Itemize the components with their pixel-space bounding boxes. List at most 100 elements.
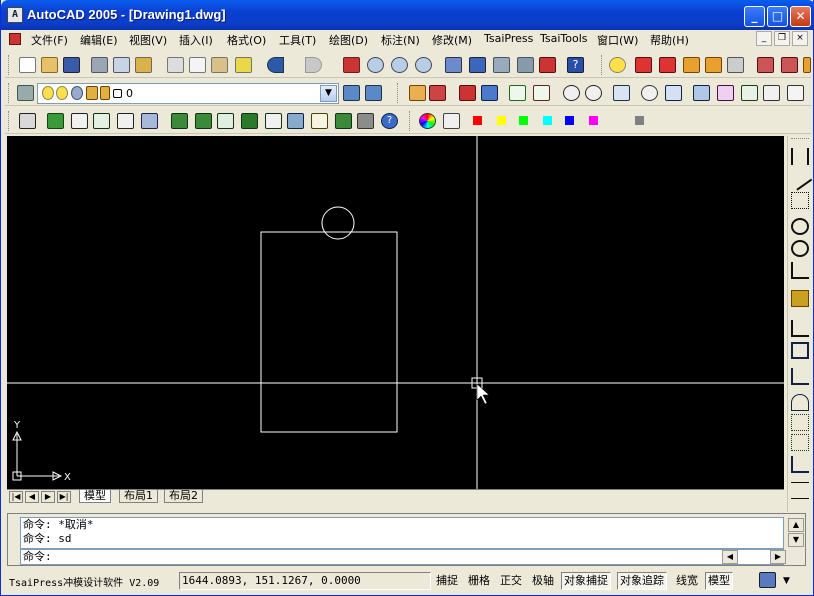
toolbar-grip[interactable] xyxy=(397,83,400,103)
design-center-icon[interactable] xyxy=(469,57,486,73)
triangle-icon[interactable] xyxy=(787,85,804,101)
communication-center-icon[interactable] xyxy=(759,572,776,588)
prev-tab-button[interactable]: ◀ xyxy=(25,491,39,503)
toolbar-grip[interactable] xyxy=(791,138,809,142)
color-swatch-cyan[interactable] xyxy=(543,116,552,125)
last-tab-button[interactable]: ▶| xyxy=(57,491,71,503)
make-object-layer-current-icon[interactable] xyxy=(343,85,360,101)
copy-icon[interactable] xyxy=(189,57,206,73)
layer-sun-icon[interactable] xyxy=(56,86,68,100)
text-ab-replace-icon[interactable] xyxy=(533,85,550,101)
layer-off-icon[interactable] xyxy=(659,57,676,73)
toolbar-grip[interactable] xyxy=(8,111,11,131)
dimension-text-edit-icon[interactable] xyxy=(791,456,809,473)
circles-2-icon[interactable] xyxy=(585,85,602,101)
color-swatch-gray[interactable] xyxy=(635,116,644,125)
offset-icon[interactable] xyxy=(217,113,234,129)
plot-preview-icon[interactable] xyxy=(113,57,130,73)
save-icon[interactable] xyxy=(63,57,80,73)
coordinate-display[interactable]: 1644.0893, 151.1267, 0.0000 xyxy=(179,572,431,590)
layer-folder-icon[interactable] xyxy=(683,57,700,73)
wave-icon[interactable] xyxy=(93,113,110,129)
tab-layout1[interactable]: 布局1 xyxy=(119,490,158,503)
color-bylayer-icon[interactable] xyxy=(443,113,460,129)
layer-previous-icon[interactable] xyxy=(365,85,382,101)
osnap-toggle[interactable]: 对象捕捉 xyxy=(561,572,611,590)
paste-icon[interactable] xyxy=(211,57,228,73)
toolbar-grip[interactable] xyxy=(601,55,604,75)
eraser-icon[interactable] xyxy=(429,85,446,101)
pan-realtime-icon[interactable] xyxy=(343,57,360,73)
mdi-minimize-button[interactable]: _ xyxy=(756,31,772,46)
text-ab-icon[interactable] xyxy=(509,85,526,101)
cut-icon[interactable] xyxy=(167,57,184,73)
dimension-edit-icon[interactable] xyxy=(791,434,809,451)
tolerance-icon[interactable] xyxy=(791,394,809,411)
layer-tool-icon[interactable] xyxy=(727,57,744,73)
menu-help[interactable]: 帮助(H) xyxy=(650,32,689,48)
scroll-up-button[interactable]: ▲ xyxy=(788,518,804,532)
layer-combo[interactable]: 0 ▼ xyxy=(37,83,339,104)
maximize-button[interactable]: □ xyxy=(767,6,788,27)
dimension-style-icon[interactable] xyxy=(791,482,809,499)
pr-icon[interactable] xyxy=(287,113,304,129)
menu-dimension[interactable]: 标注(N) xyxy=(381,32,420,48)
note-icon[interactable] xyxy=(311,113,328,129)
match-properties-icon[interactable] xyxy=(235,57,252,73)
frame-icon[interactable] xyxy=(741,85,758,101)
color-swatch-magenta[interactable] xyxy=(589,116,598,125)
delete-icon[interactable] xyxy=(459,85,476,101)
quick-dimension-icon[interactable] xyxy=(791,290,809,307)
properties-icon[interactable] xyxy=(445,57,462,73)
publish-icon[interactable] xyxy=(135,57,152,73)
baseline-dimension-icon[interactable] xyxy=(791,320,809,337)
arrow-right-icon[interactable] xyxy=(613,85,630,101)
menu-tools[interactable]: 工具(T) xyxy=(279,32,316,48)
menu-draw[interactable]: 绘图(D) xyxy=(329,32,368,48)
layer-freeze-icon[interactable] xyxy=(71,86,83,100)
toolbar-grip[interactable] xyxy=(8,83,11,103)
zoom-window-icon[interactable] xyxy=(391,57,408,73)
menu-format[interactable]: 格式(O) xyxy=(227,32,266,48)
table-icon[interactable] xyxy=(265,113,282,129)
status-menu-arrow-icon[interactable]: ▼ xyxy=(783,576,790,586)
ordinate-dimension-icon[interactable] xyxy=(791,192,809,209)
snap-toggle[interactable]: 捕捉 xyxy=(433,572,461,590)
open-file-icon[interactable] xyxy=(41,57,58,73)
undo-icon[interactable] xyxy=(267,57,284,73)
toolbar-grip[interactable] xyxy=(8,55,11,75)
help-icon[interactable]: ? xyxy=(567,57,584,73)
model-toggle[interactable]: 模型 xyxy=(705,572,733,590)
stack-icon[interactable] xyxy=(141,113,158,129)
autocad-icon[interactable]: A xyxy=(7,7,23,23)
center-mark-icon[interactable] xyxy=(791,414,809,431)
polar-toggle[interactable]: 极轴 xyxy=(529,572,557,590)
first-tab-button[interactable]: |◀ xyxy=(9,491,23,503)
layer-manager-icon[interactable] xyxy=(17,85,34,101)
command-line-input[interactable]: 命令: xyxy=(20,549,784,565)
grid-toggle[interactable]: 栅格 xyxy=(465,572,493,590)
chain-icon[interactable] xyxy=(693,85,710,101)
list-icon[interactable] xyxy=(241,113,258,129)
toolbar-grip[interactable] xyxy=(409,111,412,131)
drawing-canvas[interactable]: Y X xyxy=(7,136,784,489)
new-file-icon[interactable] xyxy=(19,57,36,73)
pencil-icon[interactable] xyxy=(409,85,426,101)
menu-file[interactable]: 文件(F) xyxy=(31,32,68,48)
pencil-green-icon[interactable] xyxy=(47,113,64,129)
menu-tsaitools[interactable]: TsaiTools xyxy=(540,32,588,45)
layer-lock-icon[interactable] xyxy=(86,86,98,100)
color-swatch-blue[interactable] xyxy=(565,116,574,125)
layer-off-icon-2[interactable] xyxy=(781,57,798,73)
drawing-document-icon[interactable] xyxy=(9,33,21,45)
circle-entity[interactable] xyxy=(321,206,355,240)
linear-dimension-icon[interactable] xyxy=(791,148,809,165)
dots-icon[interactable] xyxy=(335,113,352,129)
ortho-toggle[interactable]: 正交 xyxy=(497,572,525,590)
tool-palettes-icon[interactable] xyxy=(493,57,510,73)
layer-on-icon[interactable] xyxy=(635,57,652,73)
markup-icon[interactable] xyxy=(539,57,556,73)
lcp-icon[interactable] xyxy=(665,85,682,101)
glasses-icon[interactable] xyxy=(763,85,780,101)
columns-icon[interactable] xyxy=(171,113,188,129)
